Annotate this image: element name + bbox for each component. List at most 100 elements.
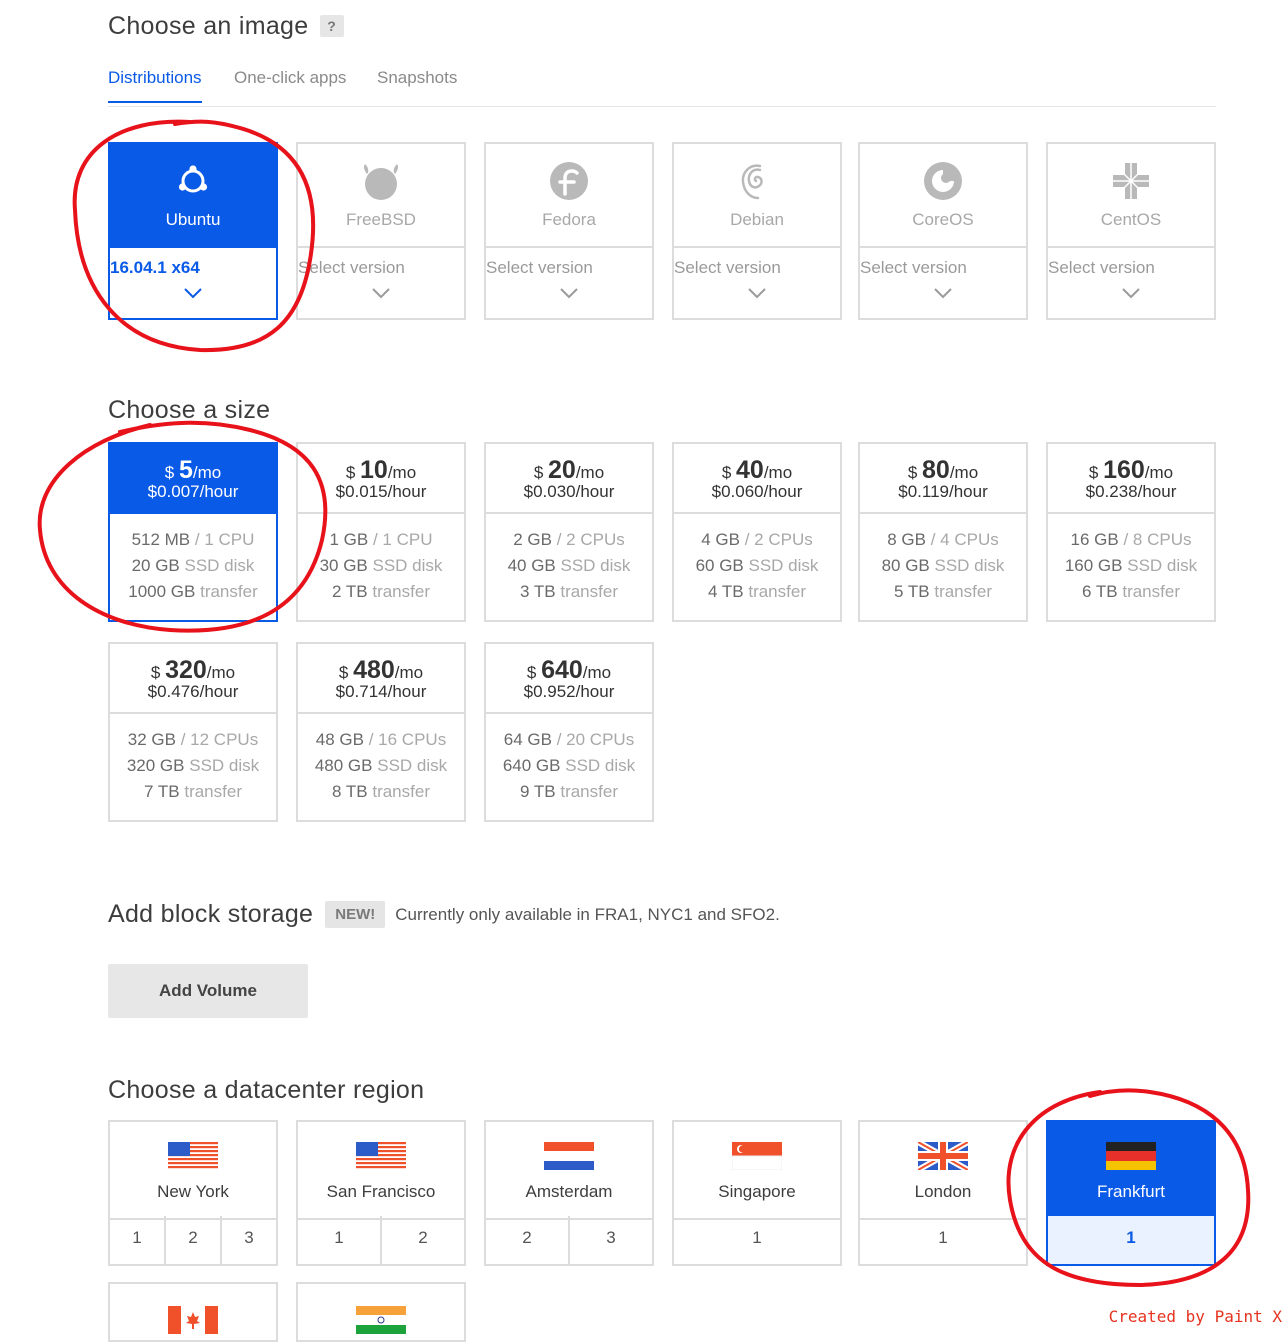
distro-card-debian[interactable]: Debian Select version xyxy=(672,142,842,320)
distro-header: Fedora xyxy=(486,144,652,248)
region-name: Amsterdam xyxy=(525,1182,613,1201)
distro-card-freebsd[interactable]: FreeBSD Select version xyxy=(296,142,466,320)
size-card-480[interactable]: $ 480/mo $0.714/hour 48 GB / 16 CPUs 480… xyxy=(296,642,466,822)
region-header: Amsterdam xyxy=(486,1122,652,1220)
us-flag-icon xyxy=(356,1142,406,1170)
coreos-icon xyxy=(922,160,964,202)
hourly-price: $0.476/hour xyxy=(147,682,239,701)
disk-spec: 160 GB SSD disk xyxy=(1064,556,1198,575)
region-header: London xyxy=(860,1122,1026,1220)
region-card-amsterdam[interactable]: Amsterdam 23 xyxy=(484,1120,654,1266)
region-number-option[interactable]: 2 xyxy=(486,1216,570,1264)
chevron-down-icon[interactable] xyxy=(560,286,578,300)
region-name: Frankfurt xyxy=(1096,1182,1166,1201)
region-header: Frankfurt xyxy=(1048,1122,1214,1220)
tab-distributions[interactable]: Distributions xyxy=(108,68,202,103)
distro-name: FreeBSD xyxy=(346,210,416,229)
region-number-option[interactable]: 1 xyxy=(298,1216,382,1264)
region-header: San Francisco xyxy=(298,1122,464,1220)
transfer-spec: 1000 GB transfer xyxy=(128,582,258,601)
centos-icon xyxy=(1110,160,1152,202)
chevron-down-icon[interactable] xyxy=(1122,286,1140,300)
size-card-320[interactable]: $ 320/mo $0.476/hour 32 GB / 12 CPUs 320… xyxy=(108,642,278,822)
size-card-5[interactable]: $ 5/mo $0.007/hour 512 MB / 1 CPU 20 GB … xyxy=(108,442,278,622)
distro-card-centos[interactable]: CentOS Select version xyxy=(1046,142,1216,320)
region-number-option[interactable]: 1 xyxy=(860,1216,1026,1264)
distro-name: CentOS xyxy=(1100,210,1162,229)
add-volume-button[interactable]: Add Volume xyxy=(108,964,308,1018)
distro-header: CoreOS xyxy=(860,144,1026,248)
region-numbers: 1 xyxy=(674,1216,840,1264)
memory-cpu-spec: 64 GB / 20 CPUs xyxy=(503,730,635,749)
distro-card-ubuntu[interactable]: Ubuntu 16.04.1 x64 xyxy=(108,142,278,320)
region-card-india[interactable] xyxy=(296,1282,466,1342)
monthly-price: $ 320/mo xyxy=(150,656,236,684)
image-title-text: Choose an image xyxy=(108,12,309,40)
region-number-option[interactable]: 1 xyxy=(1048,1216,1214,1264)
distro-card-fedora[interactable]: Fedora Select version xyxy=(484,142,654,320)
region-numbers: 1 xyxy=(1048,1216,1214,1264)
hourly-price: $0.714/hour xyxy=(335,682,427,701)
region-card-singapore[interactable]: Singapore 1 xyxy=(672,1120,842,1266)
region-card-london[interactable]: London 1 xyxy=(858,1120,1028,1266)
freebsd-icon xyxy=(360,160,402,202)
distro-version-select[interactable]: Select version xyxy=(674,258,840,278)
size-card-40[interactable]: $ 40/mo $0.060/hour 4 GB / 2 CPUs 60 GB … xyxy=(672,442,842,622)
size-section-title: Choose a size xyxy=(108,396,271,424)
tab-snapshots[interactable]: Snapshots xyxy=(377,68,457,100)
image-help-button[interactable]: ? xyxy=(319,15,344,37)
region-card-canada[interactable] xyxy=(108,1282,278,1342)
distro-card-coreos[interactable]: CoreOS Select version xyxy=(858,142,1028,320)
distro-header: CentOS xyxy=(1048,144,1214,248)
chevron-down-icon[interactable] xyxy=(372,286,390,300)
size-price-header: $ 480/mo $0.714/hour xyxy=(298,644,464,714)
hourly-price: $0.015/hour xyxy=(335,482,427,501)
chevron-down-icon[interactable] xyxy=(934,286,952,300)
hourly-price: $0.007/hour xyxy=(147,482,239,501)
region-number-option[interactable]: 3 xyxy=(222,1216,276,1264)
de-flag-icon xyxy=(1106,1142,1156,1170)
monthly-price: $ 640/mo xyxy=(526,656,612,684)
memory-cpu-spec: 8 GB / 4 CPUs xyxy=(887,530,999,549)
size-card-20[interactable]: $ 20/mo $0.030/hour 2 GB / 2 CPUs 40 GB … xyxy=(484,442,654,622)
transfer-spec: 4 TB transfer xyxy=(708,582,806,601)
uk-flag-icon xyxy=(916,1139,970,1173)
region-number-option[interactable]: 2 xyxy=(166,1216,222,1264)
hourly-price: $0.952/hour xyxy=(523,682,615,701)
distro-name: CoreOS xyxy=(912,210,974,229)
region-number-option[interactable]: 2 xyxy=(382,1216,464,1264)
image-tabs: Distributions One-click apps Snapshots xyxy=(108,64,1216,107)
distro-version-select[interactable]: Select version xyxy=(486,258,652,278)
distro-version-select[interactable]: 16.04.1 x64 xyxy=(110,258,276,278)
disk-spec: 480 GB SSD disk xyxy=(314,756,448,775)
region-numbers: 1 xyxy=(860,1216,1026,1264)
memory-cpu-spec: 1 GB / 1 CPU xyxy=(329,530,433,549)
tab-one-click-apps[interactable]: One-click apps xyxy=(234,68,346,100)
chevron-down-icon[interactable] xyxy=(748,286,766,300)
storage-header: Add block storage NEW! Currently only av… xyxy=(108,900,780,929)
distro-version-select[interactable]: Select version xyxy=(1048,258,1214,278)
monthly-price: $ 40/mo xyxy=(721,456,793,484)
nl-flag-icon xyxy=(544,1142,594,1170)
region-number-option[interactable]: 1 xyxy=(110,1216,166,1264)
region-number-option[interactable]: 1 xyxy=(674,1216,840,1264)
distro-name: Ubuntu xyxy=(165,210,221,229)
region-card-san-francisco[interactable]: San Francisco 12 xyxy=(296,1120,466,1266)
region-card-new-york[interactable]: New York 123 xyxy=(108,1120,278,1266)
transfer-spec: 8 TB transfer xyxy=(332,782,430,801)
size-card-80[interactable]: $ 80/mo $0.119/hour 8 GB / 4 CPUs 80 GB … xyxy=(858,442,1028,622)
distro-name: Fedora xyxy=(542,210,596,229)
distro-name: Debian xyxy=(730,210,784,229)
distro-version-select[interactable]: Select version xyxy=(298,258,464,278)
debian-icon xyxy=(736,160,778,202)
region-numbers: 12 xyxy=(298,1216,464,1264)
region-number-option[interactable]: 3 xyxy=(570,1216,652,1264)
distro-version-select[interactable]: Select version xyxy=(860,258,1026,278)
region-name: San Francisco xyxy=(326,1182,436,1201)
size-card-10[interactable]: $ 10/mo $0.015/hour 1 GB / 1 CPU 30 GB S… xyxy=(296,442,466,622)
size-card-160[interactable]: $ 160/mo $0.238/hour 16 GB / 8 CPUs 160 … xyxy=(1046,442,1216,622)
size-price-header: $ 10/mo $0.015/hour xyxy=(298,444,464,514)
region-card-frankfurt[interactable]: Frankfurt 1 xyxy=(1046,1120,1216,1266)
size-card-640[interactable]: $ 640/mo $0.952/hour 64 GB / 20 CPUs 640… xyxy=(484,642,654,822)
chevron-down-icon[interactable] xyxy=(184,286,202,300)
